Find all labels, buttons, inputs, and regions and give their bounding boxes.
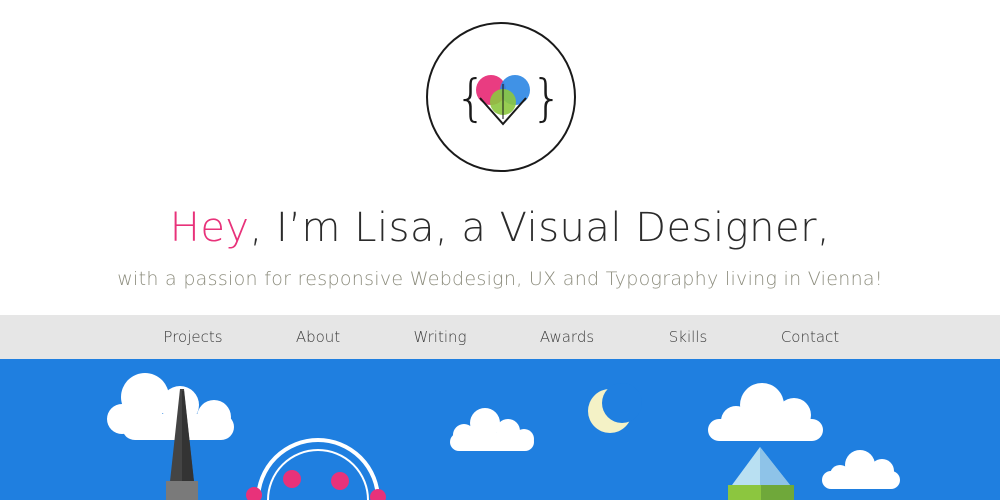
nav-awards[interactable]: Awards <box>540 315 594 359</box>
title-rest: , I’m Lisa, a Visual Designer, <box>249 205 831 251</box>
logo[interactable]: { } <box>426 22 576 172</box>
nav-skills[interactable]: Skills <box>669 315 708 359</box>
nav-writing[interactable]: Writing <box>413 315 466 359</box>
mountain-icon <box>728 447 794 500</box>
heart-logo-icon: { } <box>455 69 563 127</box>
nav-contact[interactable]: Contact <box>781 315 839 359</box>
cloud-icon <box>708 383 823 441</box>
illustrated-skyline <box>0 359 1000 500</box>
ferris-wheel-icon <box>246 438 386 500</box>
cloud-icon <box>107 373 234 440</box>
page-title: Hey, I’m Lisa, a Visual Designer, <box>0 202 1000 254</box>
nav-projects[interactable]: Projects <box>163 315 222 359</box>
greeting: Hey <box>169 205 250 251</box>
cloud-icon <box>450 408 534 451</box>
main-nav: Projects About Writing Awards Skills Con… <box>0 315 1000 359</box>
tagline: with a passion for responsive Webdesign,… <box>117 268 883 290</box>
moon-icon <box>588 383 642 433</box>
nav-about[interactable]: About <box>296 315 340 359</box>
cloud-icon <box>822 450 900 489</box>
brace-right: } <box>531 69 563 127</box>
skyline-illustration <box>107 373 900 500</box>
